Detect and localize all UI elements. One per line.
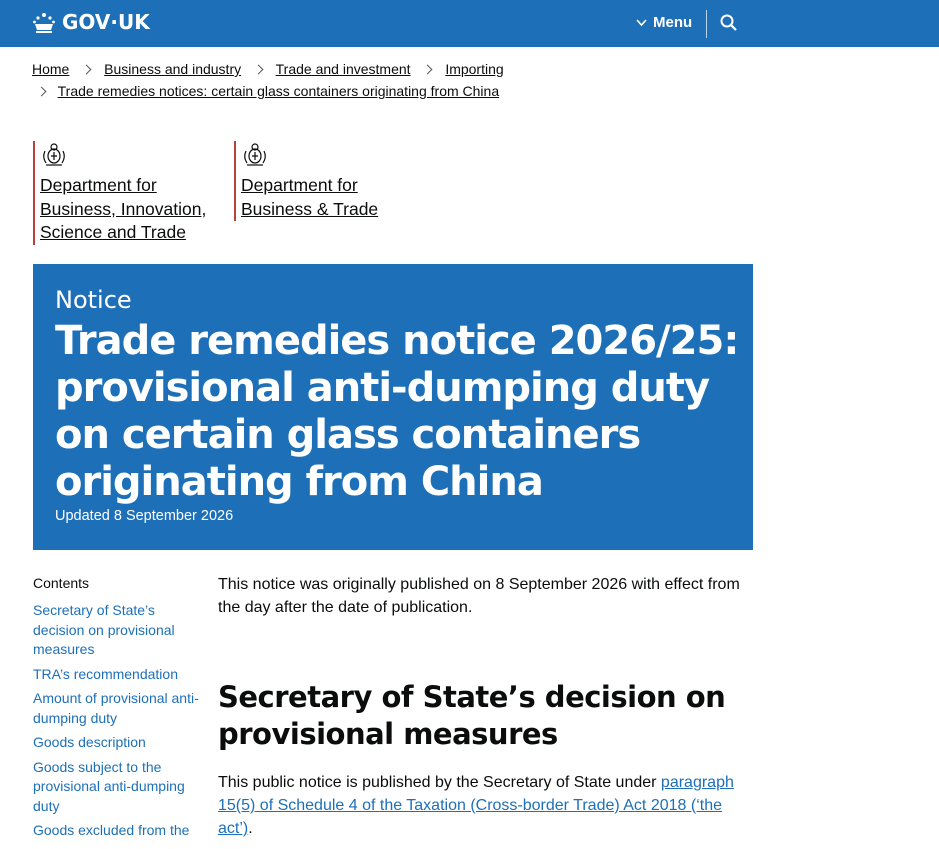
main-content: This notice was originally published on … [218,573,758,837]
breadcrumb-trade-remedies-notices[interactable]: Trade remedies notices: certain glass co… [58,83,499,99]
body-paragraph: This public notice is published by the S… [218,774,734,837]
organisation-logo-dbt[interactable]: Department for Business & Trade [234,141,378,221]
contents-nav: Contents Secretary of State’s decision o… [33,575,203,846]
chevron-right-icon [81,64,92,75]
intro-paragraph: This notice was originally published on … [218,576,740,616]
breadcrumb-trade-and-investment[interactable]: Trade and investment [276,61,411,77]
crown-icon [32,10,56,34]
organisation-name: Department for Business, Innovation, Sci… [40,175,207,242]
site-header: GOV·UK Menu [0,0,939,47]
logo-text: GOV·UK [62,10,150,34]
govuk-logo-link[interactable]: GOV·UK [32,10,150,34]
page-title: Trade remedies notice 2026/25: provision… [55,318,739,505]
contents-title: Contents [33,575,90,591]
contents-link[interactable]: Goods description [33,733,203,753]
chevron-right-icon [253,64,264,75]
contents-link[interactable]: Secretary of State’s decision on provisi… [33,601,203,660]
breadcrumb-business-and-industry[interactable]: Business and industry [104,61,241,77]
menu-button[interactable]: Menu [636,14,692,31]
royal-crest-icon [40,141,206,172]
search-icon [720,14,738,36]
contents-link[interactable]: Amount of provisional anti-dumping duty [33,689,203,728]
title-banner: Notice Trade remedies notice 2026/25: pr… [33,264,753,550]
breadcrumb-importing[interactable]: Importing [445,61,503,77]
contents-link[interactable]: Goods excluded from the [33,821,203,841]
contents-link[interactable]: Goods subject to the provisional anti-du… [33,758,203,817]
updated-date: Updated 8 September 2026 [55,508,234,524]
header-divider [706,10,707,38]
search-button[interactable] [720,14,738,37]
chevron-right-icon [422,64,433,75]
section-heading: Secretary of State’s decision on provisi… [218,680,726,751]
document-type: Notice [55,286,132,314]
menu-label: Menu [653,14,693,31]
breadcrumb-home[interactable]: Home [32,61,69,77]
royal-crest-icon [241,141,378,172]
organisation-name: Department for Business & Trade [241,175,379,219]
organisation-logo-dbist[interactable]: Department for Business, Innovation, Sci… [33,141,206,245]
chevron-right-icon [36,86,47,97]
contents-link[interactable]: TRA’s recommendation [33,665,203,685]
chevron-down-icon [636,14,647,31]
